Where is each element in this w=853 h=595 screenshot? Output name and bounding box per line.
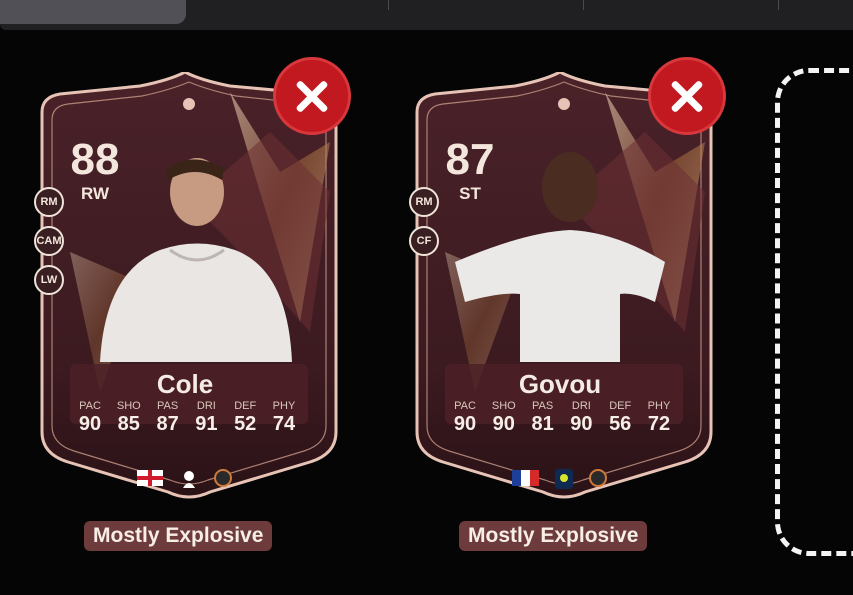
player-name: Cole [156,369,214,399]
stats-row: PAC 90 SHO 85 PAS 87 DRI 91 DEF 52 PHY 74 [72,400,302,436]
alt-position-badge: RM [34,187,64,217]
premier-league-icon [183,471,195,488]
stat-pas: PAS 87 [156,400,179,435]
player-rating: 87 [445,135,495,184]
stat-phy: PHY 74 [272,400,296,435]
player-card[interactable]: 88 RW RM CAM LW Cole PAC 90 SHO 85 PAS 87 D… [30,72,348,512]
ligue-1-icon [555,469,573,489]
player-position: ST [459,184,481,203]
stat-phy: PHY 72 [647,400,671,435]
empty-card-slot[interactable] [775,68,853,556]
stat-pas: PAS 81 [531,400,554,435]
stat-pac: PAC 90 [453,400,477,435]
club-crest-icon [214,469,232,487]
stat-dri: DRI 90 [570,400,593,435]
player-position: RW [80,184,109,203]
france-flag-icon [512,470,539,486]
stat-def: DEF 56 [609,400,632,435]
remove-card-button[interactable] [273,57,351,135]
top-tab-bar [0,0,853,30]
alt-position-badge: RM [409,187,439,217]
tab-divider [388,0,389,10]
alt-position-badge: LW [34,265,64,295]
alt-position-badge: CF [409,226,439,256]
player-card[interactable]: 87 ST RM CF Govou PAC 90 SHO 90 PAS 81 DRI 9… [405,72,723,512]
stats-row: PAC 90 SHO 90 PAS 81 DRI 90 DEF 56 PHY 72 [447,400,677,436]
player-name: Govou [518,369,602,399]
club-crest-icon [589,469,607,487]
stat-dri: DRI 91 [195,400,218,435]
player-rating: 88 [70,135,120,184]
badge-row [512,469,607,489]
tab-divider [583,0,584,10]
remove-card-button[interactable] [648,57,726,135]
chemistry-style-badge: Mostly Explosive [84,521,273,551]
stat-def: DEF 52 [234,400,257,435]
tab-active[interactable] [0,0,186,24]
badge-row [137,469,232,488]
stat-pac: PAC 90 [78,400,102,435]
england-flag-icon [137,470,163,486]
stat-sho: SHO 85 [116,400,141,435]
chemistry-style-badge: Mostly Explosive [459,521,648,551]
alt-position-badge: CAM [34,226,64,256]
tab-divider [778,0,779,10]
stat-sho: SHO 90 [491,400,516,435]
